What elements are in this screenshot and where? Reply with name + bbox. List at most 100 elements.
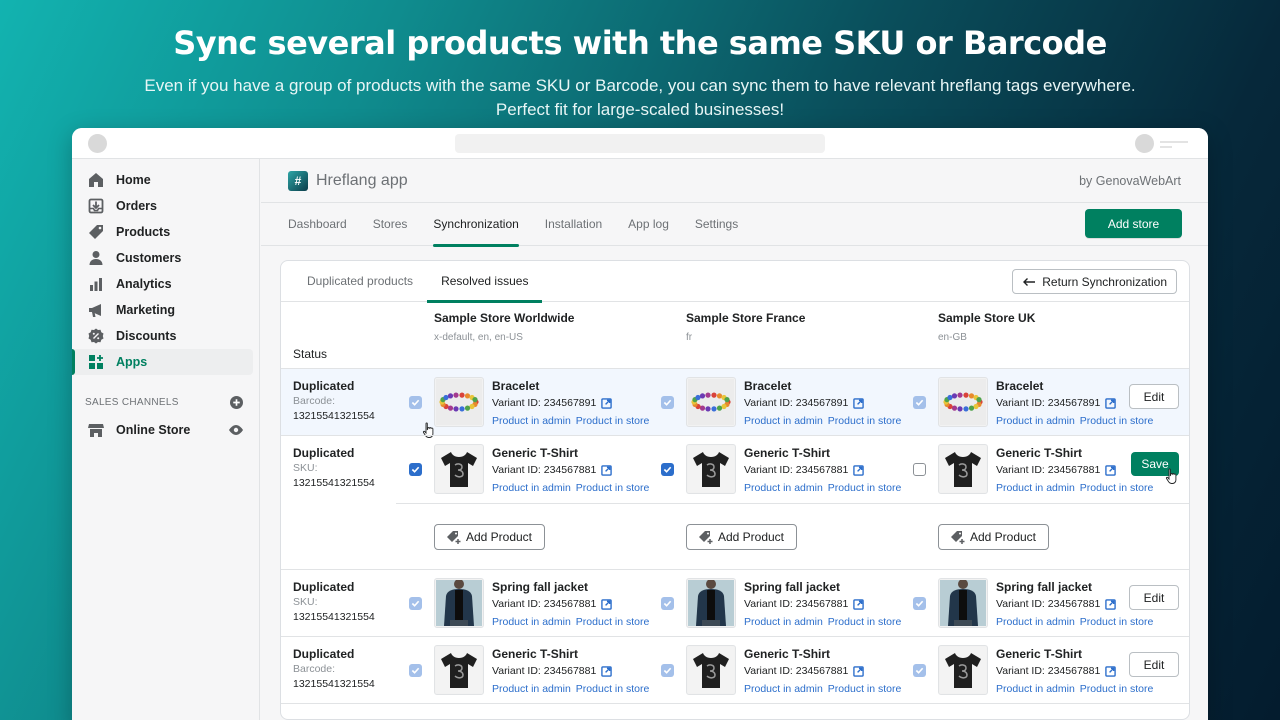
edit-button[interactable]: Edit <box>1129 384 1179 409</box>
product-in-admin-link[interactable]: Product in admin <box>996 683 1075 695</box>
product-in-admin-link[interactable]: Product in admin <box>492 415 571 427</box>
identifier-value: 13215541321554 <box>293 410 375 422</box>
add-product-label: Add Product <box>969 530 1037 544</box>
tab-stores[interactable]: Stores <box>373 203 408 246</box>
sidebar-item-products[interactable]: Products <box>72 219 253 245</box>
store-name: Sample Store France <box>686 311 806 325</box>
variant-id: Variant ID: 234567881 <box>492 598 597 610</box>
card-tab-duplicated-products[interactable]: Duplicated products <box>293 261 427 302</box>
product-in-admin-link[interactable]: Product in admin <box>996 415 1075 427</box>
add-product-button[interactable]: Add Product <box>686 524 797 550</box>
edit-button[interactable]: Edit <box>1129 652 1179 677</box>
product-in-store-link[interactable]: Product in store <box>576 415 650 427</box>
return-synchronization-button[interactable]: Return Synchronization <box>1012 269 1177 294</box>
external-link-icon[interactable] <box>1105 397 1117 409</box>
sidebar-item-online-store[interactable]: Online Store <box>72 417 253 443</box>
sync-checkbox[interactable] <box>661 597 674 610</box>
product-in-store-link[interactable]: Product in store <box>828 415 902 427</box>
sidebar-item-customers[interactable]: Customers <box>72 245 253 271</box>
tab-app-log[interactable]: App log <box>628 203 669 246</box>
product-in-store-link[interactable]: Product in store <box>576 683 650 695</box>
edit-button[interactable]: Edit <box>1129 585 1179 610</box>
sync-checkbox[interactable] <box>409 664 422 677</box>
product-in-admin-link[interactable]: Product in admin <box>492 482 571 494</box>
product-image <box>434 444 484 494</box>
product-in-admin-link[interactable]: Product in admin <box>744 482 823 494</box>
product-in-store-link[interactable]: Product in store <box>576 482 650 494</box>
home-icon <box>88 172 104 188</box>
identifier-value: 13215541321554 <box>293 678 375 690</box>
variant-id: Variant ID: 234567881 <box>744 464 849 476</box>
external-link-icon[interactable] <box>853 464 865 476</box>
product-in-admin-link[interactable]: Product in admin <box>996 616 1075 628</box>
product-name: Generic T-Shirt <box>492 446 579 460</box>
sync-checkbox[interactable] <box>409 396 422 409</box>
external-link-icon[interactable] <box>601 665 613 677</box>
product-in-store-link[interactable]: Product in store <box>828 482 902 494</box>
sync-checkbox[interactable] <box>409 463 422 476</box>
product-in-admin-link[interactable]: Product in admin <box>744 683 823 695</box>
external-link-icon[interactable] <box>601 598 613 610</box>
external-link-icon[interactable] <box>601 397 613 409</box>
row-divider <box>396 503 1189 504</box>
external-link-icon[interactable] <box>853 397 865 409</box>
product-in-admin-link[interactable]: Product in admin <box>492 616 571 628</box>
product-in-store-link[interactable]: Product in store <box>828 616 902 628</box>
external-link-icon[interactable] <box>601 464 613 476</box>
add-product-button[interactable]: Add Product <box>938 524 1049 550</box>
sidebar-item-marketing[interactable]: Marketing <box>72 297 253 323</box>
product-image <box>938 377 988 427</box>
external-link-icon[interactable] <box>853 665 865 677</box>
product-in-store-link[interactable]: Product in store <box>576 616 650 628</box>
sidebar-item-home[interactable]: Home <box>72 167 253 193</box>
sync-checkbox[interactable] <box>661 664 674 677</box>
tab-synchronization[interactable]: Synchronization <box>433 203 520 247</box>
variant-id: Variant ID: 234567891 <box>492 397 597 409</box>
search-bar[interactable] <box>455 134 825 153</box>
sidebar-item-discounts[interactable]: Discounts <box>72 323 253 349</box>
eye-icon[interactable] <box>229 425 243 435</box>
sync-checkbox[interactable] <box>661 463 674 476</box>
sales-channels-header: SALES CHANNELS <box>72 393 259 411</box>
sync-checkbox[interactable] <box>913 463 926 476</box>
product-in-store-link[interactable]: Product in store <box>1080 482 1154 494</box>
product-in-admin-link[interactable]: Product in admin <box>996 482 1075 494</box>
product-in-admin-link[interactable]: Product in admin <box>744 616 823 628</box>
add-channel-icon[interactable] <box>230 395 243 409</box>
tab-installation[interactable]: Installation <box>545 203 602 246</box>
product-in-admin-link[interactable]: Product in admin <box>492 683 571 695</box>
card-tab-resolved-issues[interactable]: Resolved issues <box>427 261 543 303</box>
external-link-icon[interactable] <box>853 598 865 610</box>
sync-checkbox[interactable] <box>913 597 926 610</box>
return-synchronization-label: Return Synchronization <box>1042 274 1167 289</box>
sync-checkbox[interactable] <box>913 396 926 409</box>
sync-checkbox[interactable] <box>913 664 926 677</box>
product-image <box>938 444 988 494</box>
table-row: Duplicated SKU: 13215541321554 Generic T-Sh… <box>281 435 1189 569</box>
external-link-icon[interactable] <box>1105 598 1117 610</box>
tab-settings[interactable]: Settings <box>695 203 738 246</box>
product-name: Generic T-Shirt <box>744 647 831 661</box>
sidebar-item-label: Orders <box>116 199 157 213</box>
sidebar-item-analytics[interactable]: Analytics <box>72 271 253 297</box>
product-in-store-link[interactable]: Product in store <box>1080 616 1154 628</box>
product-in-store-link[interactable]: Product in store <box>1080 683 1154 695</box>
add-store-button[interactable]: Add store <box>1085 209 1182 238</box>
add-product-button[interactable]: Add Product <box>434 524 545 550</box>
status-label: Duplicated <box>293 647 355 661</box>
sidebar-item-label: Apps <box>116 355 148 369</box>
tab-dashboard[interactable]: Dashboard <box>288 203 347 246</box>
sync-checkbox[interactable] <box>409 597 422 610</box>
avatar[interactable] <box>1135 134 1154 153</box>
external-link-icon[interactable] <box>1105 665 1117 677</box>
sync-checkbox[interactable] <box>661 396 674 409</box>
sidebar-item-apps[interactable]: Apps <box>72 349 253 375</box>
product-in-store-link[interactable]: Product in store <box>828 683 902 695</box>
product-in-admin-link[interactable]: Product in admin <box>744 415 823 427</box>
sidebar-item-orders[interactable]: Orders <box>72 193 253 219</box>
external-link-icon[interactable] <box>1105 464 1117 476</box>
product-info: Generic T-Shirt Variant ID: 234567881 Prod… <box>744 446 906 494</box>
tag-plus-icon <box>446 530 461 544</box>
app-header: # Hreflang app by GenovaWebArt <box>261 159 1208 203</box>
product-in-store-link[interactable]: Product in store <box>1080 415 1154 427</box>
